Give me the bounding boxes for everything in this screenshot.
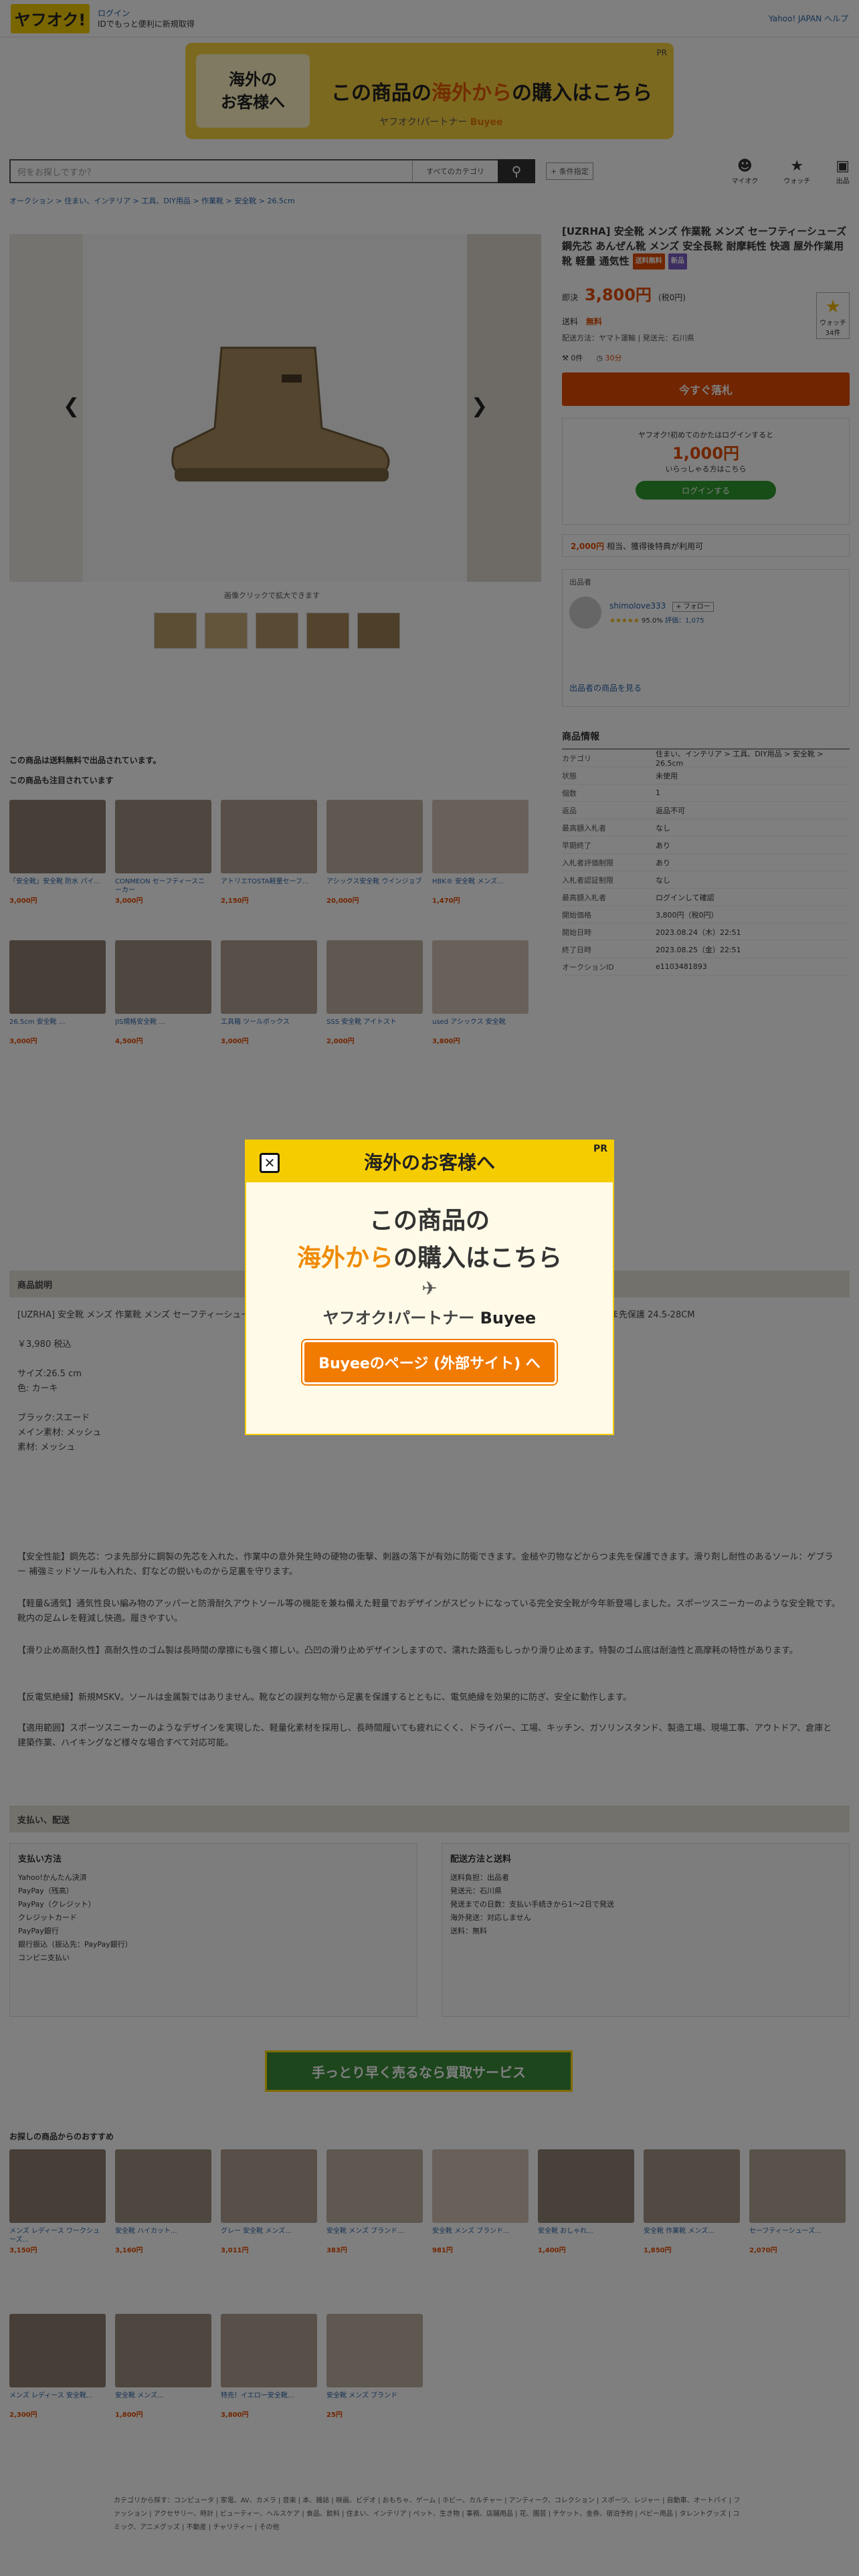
modal-partner: ヤフオク!パートナー Buyee	[322, 1309, 537, 1327]
modal-header: ✕ 海外のお客様へ PR	[246, 1141, 613, 1182]
modal-body: この商品の 海外からの購入はこちら ✈ ヤフオク!パートナー Buyee Buy…	[246, 1182, 613, 1384]
page: ヤフオク! ログイン IDでもっと便利に新規取得 Yahoo! JAPAN ヘル…	[0, 0, 859, 2576]
modal-pr-label: PR	[593, 1144, 607, 1154]
airplane-icon: ✈	[421, 1277, 438, 1299]
modal-line-2: 海外からの購入はこちら	[296, 1245, 563, 1272]
buyee-logo: Buyee	[480, 1309, 537, 1327]
buyee-modal: ✕ 海外のお客様へ PR この商品の 海外からの購入はこちら ✈ ヤフオク!パー…	[245, 1140, 614, 1435]
modal-title: 海外のお客様へ	[363, 1152, 495, 1174]
modal-line-1: この商品の	[369, 1207, 490, 1235]
buyee-page-button[interactable]: Buyeeのページ (外部サイト) へ	[302, 1340, 557, 1384]
close-icon[interactable]: ✕	[260, 1153, 280, 1173]
